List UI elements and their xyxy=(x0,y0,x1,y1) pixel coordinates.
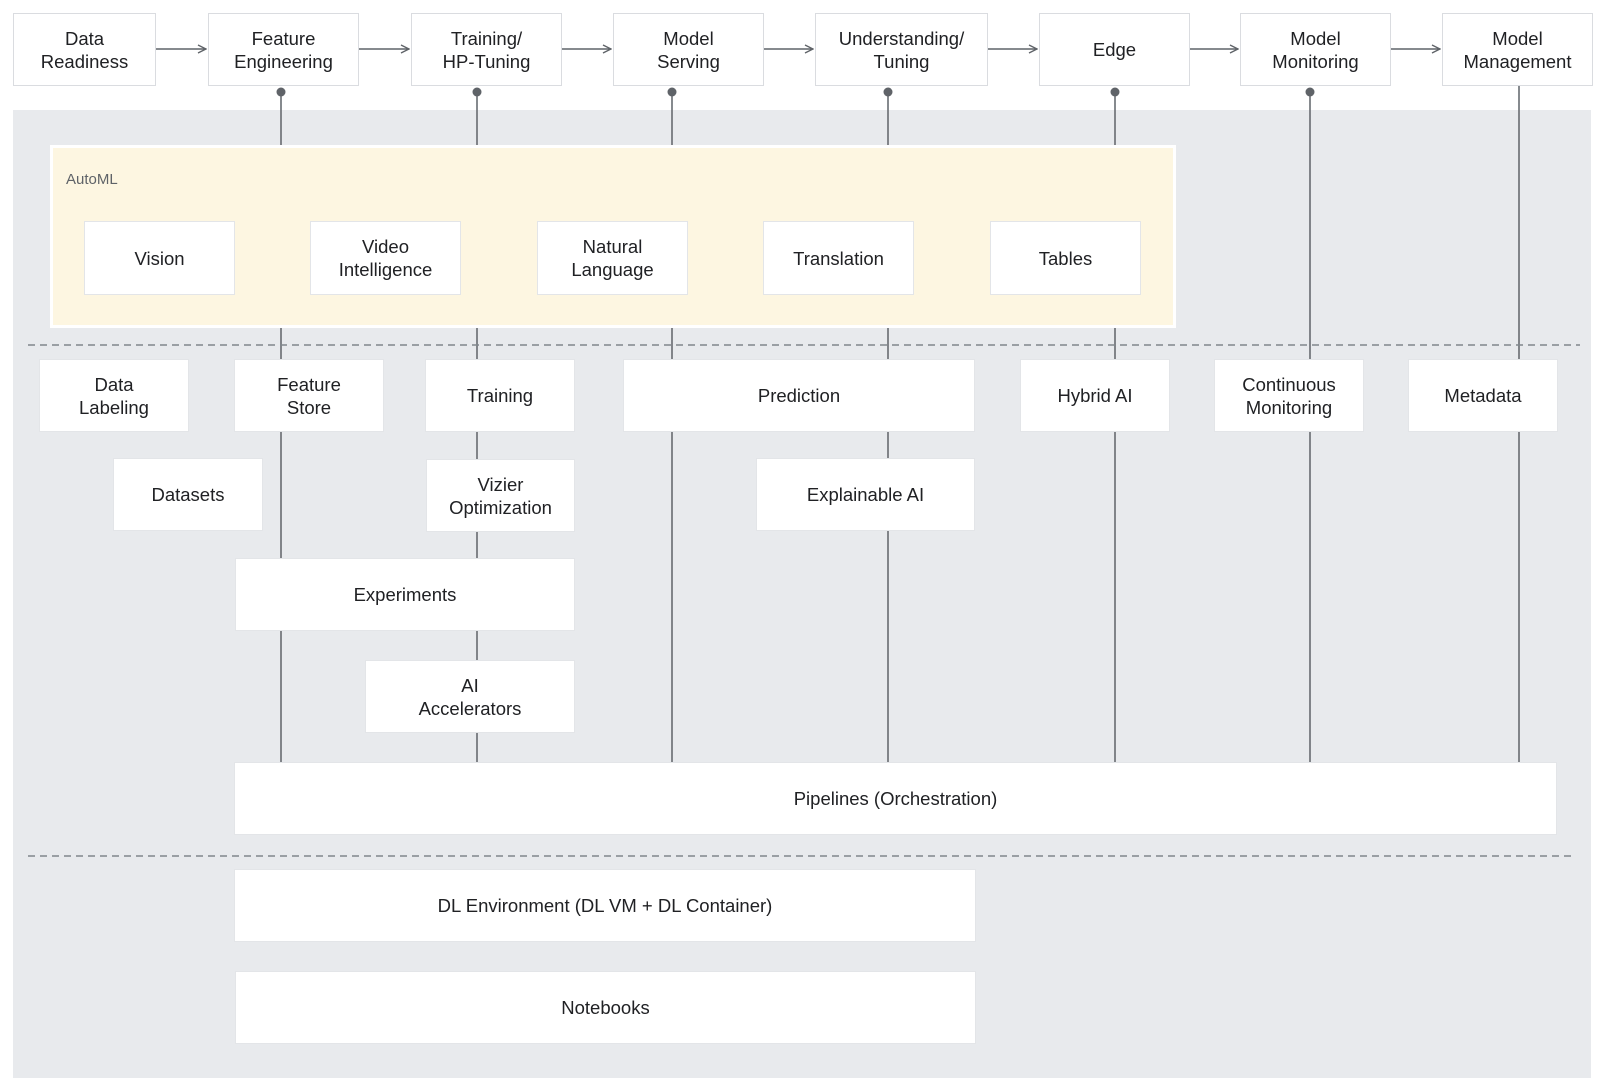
platform-explainable-ai[interactable]: Explainable AI xyxy=(756,458,975,531)
dot-feature-engineering xyxy=(276,87,286,97)
platform-vizier-optimization[interactable]: Vizier Optimization xyxy=(426,459,575,532)
dot-edge xyxy=(1110,87,1120,97)
stage-understanding-tuning[interactable]: Understanding/ Tuning xyxy=(815,13,988,86)
platform-pipelines[interactable]: Pipelines (Orchestration) xyxy=(234,762,1557,835)
automl-translation[interactable]: Translation xyxy=(763,221,914,295)
automl-vision[interactable]: Vision xyxy=(84,221,235,295)
infra-dl-environment[interactable]: DL Environment (DL VM + DL Container) xyxy=(234,869,976,942)
platform-metadata[interactable]: Metadata xyxy=(1408,359,1558,432)
stage-model-serving[interactable]: Model Serving xyxy=(613,13,764,86)
platform-data-labeling[interactable]: Data Labeling xyxy=(39,359,189,432)
automl-natural-language[interactable]: Natural Language xyxy=(537,221,688,295)
dot-model-serving xyxy=(667,87,677,97)
platform-ai-accelerators[interactable]: AI Accelerators xyxy=(365,660,575,733)
stage-edge[interactable]: Edge xyxy=(1039,13,1190,86)
stage-feature-engineering[interactable]: Feature Engineering xyxy=(208,13,359,86)
infra-notebooks[interactable]: Notebooks xyxy=(235,971,976,1044)
platform-experiments[interactable]: Experiments xyxy=(235,558,575,631)
dot-training xyxy=(472,87,482,97)
dot-model-monitoring xyxy=(1305,87,1315,97)
platform-hybrid-ai[interactable]: Hybrid AI xyxy=(1020,359,1170,432)
platform-prediction[interactable]: Prediction xyxy=(623,359,975,432)
stage-model-management[interactable]: Model Management xyxy=(1442,13,1593,86)
dot-understanding xyxy=(883,87,893,97)
platform-feature-store[interactable]: Feature Store xyxy=(234,359,384,432)
platform-datasets[interactable]: Datasets xyxy=(113,458,263,531)
automl-tables[interactable]: Tables xyxy=(990,221,1141,295)
automl-title: AutoML xyxy=(66,171,118,188)
stage-model-monitoring[interactable]: Model Monitoring xyxy=(1240,13,1391,86)
platform-training[interactable]: Training xyxy=(425,359,575,432)
stage-training-hp-tuning[interactable]: Training/ HP-Tuning xyxy=(411,13,562,86)
platform-continuous-monitoring[interactable]: Continuous Monitoring xyxy=(1214,359,1364,432)
automl-video-intelligence[interactable]: Video Intelligence xyxy=(310,221,461,295)
stage-data-readiness[interactable]: Data Readiness xyxy=(13,13,156,86)
